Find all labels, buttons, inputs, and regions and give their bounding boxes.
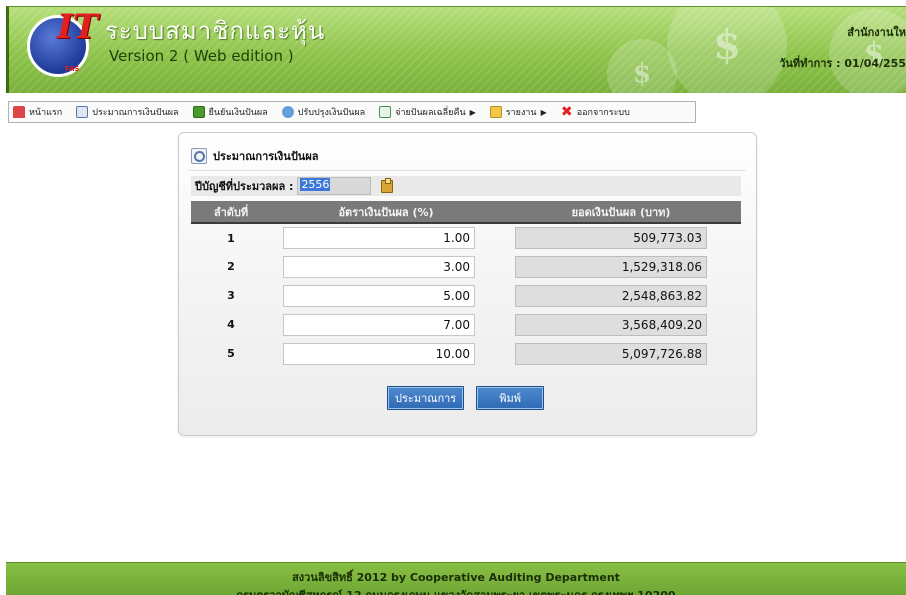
menu-item-logout[interactable]: ✖ ออกจากระบบ [561, 105, 630, 119]
confirm-icon [192, 106, 205, 118]
dividend-amount: 2,548,863.82 [515, 284, 707, 307]
row-index: 1 [227, 231, 235, 245]
app-footer: สงวนลิขสิทธิ์ 2012 by Cooperative Auditi… [6, 562, 906, 595]
adjust-icon [281, 106, 294, 118]
row-index: 4 [227, 318, 235, 331]
home-icon [13, 106, 25, 118]
dividend-rate-input[interactable] [283, 342, 475, 365]
fiscal-year-input[interactable]: 2556 [297, 177, 372, 195]
menu-item-report[interactable]: รายงาน ▶ [489, 105, 547, 119]
menu-item-adjust-dividend[interactable]: ปรับปรุงเงินปันผล [281, 105, 366, 119]
menu-item-confirm-dividend[interactable]: ยืนยันเงินปันผล [192, 105, 268, 119]
logout-x-icon: ✖ [560, 104, 573, 120]
dividend-rate-input[interactable] [283, 255, 475, 278]
table-row: 2 1,529,318.06 [191, 252, 741, 281]
dividend-rate-input[interactable] [283, 313, 475, 336]
table-row: 5 5,097,726.88 [191, 339, 741, 368]
table-row: 4 3,568,409.20 [191, 310, 741, 339]
menu-item-estimate-dividend[interactable]: ประมาณการเงินปันผล [76, 105, 179, 119]
app-logo: IT FAS [23, 7, 99, 85]
dividend-rate-input[interactable] [283, 227, 475, 249]
menu-item-label: จ่ายปันผลเฉลี่ยคืน [395, 108, 466, 118]
submenu-arrow-icon: ▶ [469, 107, 476, 117]
organization-name: สำนักงานให [847, 26, 906, 39]
pay-icon [379, 106, 392, 118]
calculator-icon [76, 106, 89, 118]
settings-page-icon [191, 148, 207, 164]
menu-item-label: หน้าแรก [29, 108, 63, 118]
dividend-rate-input[interactable] [283, 284, 475, 307]
row-index: 5 [227, 347, 235, 360]
app-version: Version 2 ( Web edition ) [109, 47, 294, 65]
fiscal-year-label: ปีบัญชีที่ประมวลผล : [195, 180, 294, 193]
logo-subtext: FAS [65, 65, 80, 73]
clipboard-icon[interactable] [381, 177, 394, 193]
dividend-amount: 509,773.03 [515, 227, 707, 249]
report-folder-icon [489, 106, 502, 118]
fiscal-year-value: 2556 [300, 178, 331, 191]
app-title: ระบบสมาชิกและหุ้น [105, 17, 326, 45]
estimate-button[interactable]: ประมาณการ [387, 386, 465, 410]
fiscal-year-row: ปีบัญชีที่ประมวลผล : 2556 [191, 176, 741, 196]
table-row: 1 509,773.03 [191, 223, 741, 252]
menu-item-pay-dividend[interactable]: จ่ายปันผลเฉลี่ยคืน ▶ [379, 105, 476, 119]
row-index: 3 [227, 289, 235, 302]
dividend-estimate-panel: ประมาณการเงินปันผล ปีบัญชีที่ประมวลผล : … [178, 132, 757, 436]
menu-item-label: รายงาน [505, 108, 537, 118]
address-text: กรมตรวจบัญชีสหกรณ์ 12 ถนนกรุงเกษม แขวงวั… [6, 586, 906, 595]
logo-text: IT [57, 7, 99, 47]
menu-item-label: ออกจากระบบ [576, 108, 630, 118]
dividend-table: ลำดับที่ อัตราเงินปันผล (%) ยอดเงินปันผล… [191, 201, 741, 368]
menu-item-label: ยืนยันเงินปันผล [208, 108, 268, 118]
dividend-amount: 1,529,318.06 [515, 255, 707, 278]
column-header-amount: ยอดเงินปันผล (บาท) [501, 201, 741, 224]
dividend-amount: 3,568,409.20 [515, 313, 707, 336]
menu-item-home[interactable]: หน้าแรก [13, 105, 62, 119]
work-date: วันที่ทำการ : 01/04/255 [779, 57, 906, 70]
row-index: 2 [227, 260, 235, 273]
column-header-index: ลำดับที่ [191, 201, 271, 224]
coin-decoration: $ [829, 9, 906, 93]
divider [189, 170, 746, 171]
column-header-rate: อัตราเงินปันผล (%) [271, 201, 501, 224]
table-row: 3 2,548,863.82 [191, 281, 741, 310]
dividend-amount: 5,097,726.88 [515, 342, 707, 365]
submenu-arrow-icon: ▶ [540, 107, 547, 117]
panel-title-text: ประมาณการเงินปันผล [213, 150, 319, 163]
table-header-row: ลำดับที่ อัตราเงินปันผล (%) ยอดเงินปันผล… [191, 201, 741, 224]
menu-item-label: ประมาณการเงินปันผล [92, 108, 179, 118]
app-header: $ $ $ IT FAS ระบบสมาชิกและหุ้น Version 2… [6, 6, 906, 93]
menu-item-label: ปรับปรุงเงินปันผล [297, 108, 366, 118]
copyright-text: สงวนลิขสิทธิ์ 2012 by Cooperative Auditi… [292, 571, 620, 584]
action-buttons: ประมาณการ พิมพ์ [179, 386, 756, 410]
panel-title: ประมาณการเงินปันผล [191, 147, 319, 165]
coin-decoration: $ [667, 7, 787, 93]
main-menu-bar: หน้าแรก ประมาณการเงินปันผล ยืนยันเงินปัน… [8, 101, 696, 123]
print-button[interactable]: พิมพ์ [476, 386, 544, 410]
